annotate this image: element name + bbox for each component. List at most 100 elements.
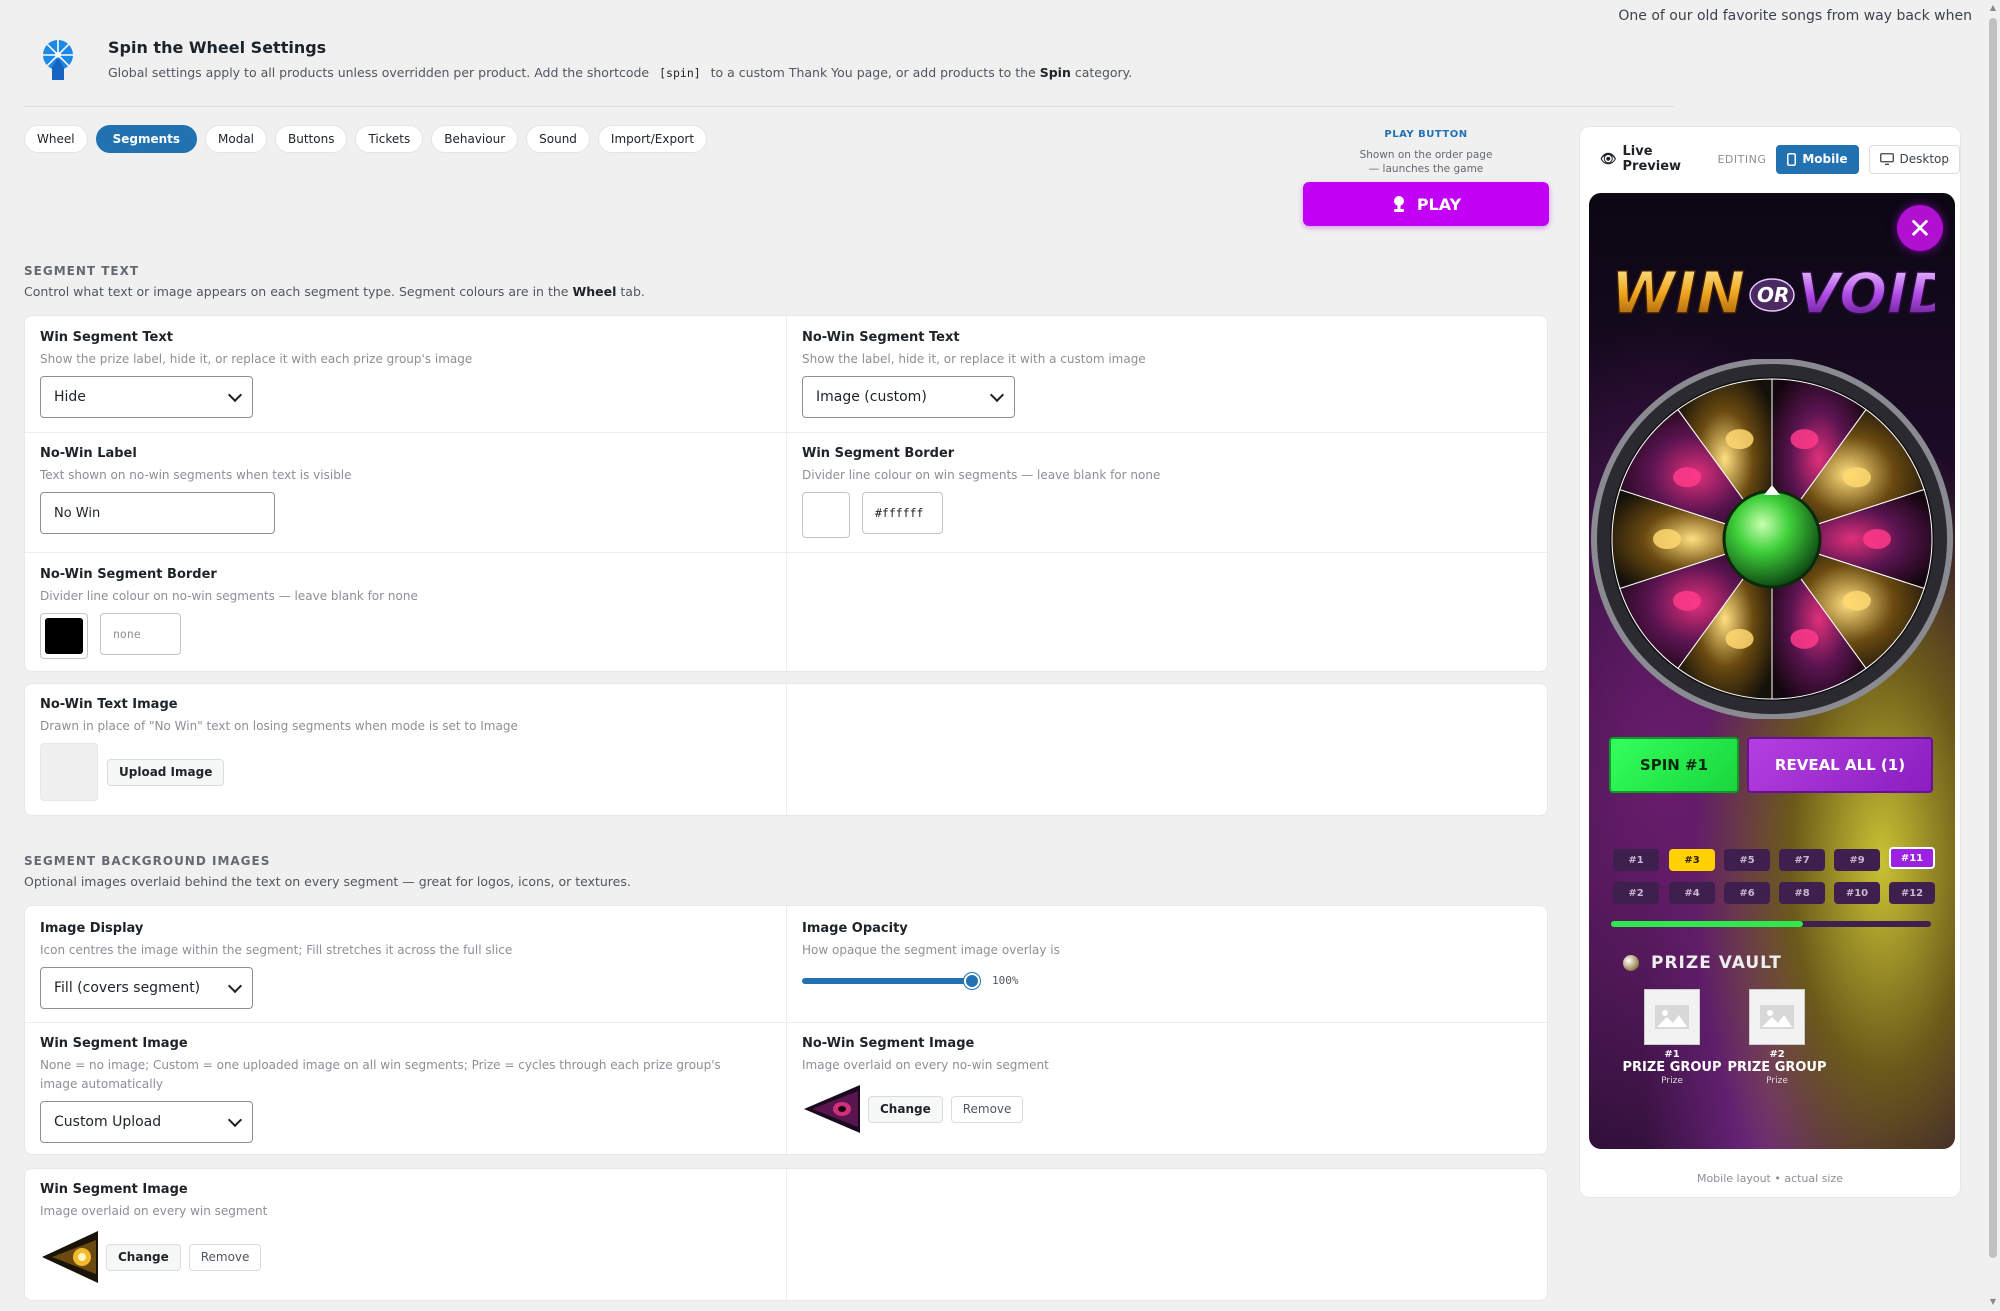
tab-import-export[interactable]: Import/Export [597,125,708,153]
spin-button[interactable]: SPIN #1 [1609,737,1739,793]
image-placeholder-icon [1644,989,1700,1045]
nowin-border-hex-input[interactable]: none [100,613,181,655]
nowin-segment-image-thumbnail [802,1081,860,1137]
desktop-toggle-button[interactable]: Desktop [1868,144,1960,174]
nowin-segment-text-field: No-Win Segment Text Show the label, hide… [787,330,1547,418]
live-preview-title: 👁 Live Preview [1600,144,1682,174]
play-button-subtitle: Shown on the order page — launches the ga… [1359,149,1493,175]
settings-page: One of our old favorite songs from way b… [0,0,2000,1311]
nowin-segment-text-select[interactable]: Image (custom) [802,376,1015,418]
nowin-border-color-swatch[interactable] [40,613,88,659]
nowin-label-input[interactable]: No Win [40,492,275,534]
header-divider [24,106,1674,107]
win-image-change-button[interactable]: Change [106,1243,181,1271]
close-icon[interactable]: ✕ [1897,205,1943,251]
chevron-down-icon [227,387,243,402]
segment-bg-description: Optional images overlaid behind the text… [24,874,631,889]
ticket-progress-bar [1611,921,1931,927]
nowin-text-image-card: No-Win Text Image Drawn in place of "No … [24,683,1548,816]
ticket-8[interactable]: #8 [1779,882,1825,904]
win-image-remove-button[interactable]: Remove [188,1243,262,1271]
segment-image [1725,429,1754,450]
segment-image [1842,590,1871,611]
nowin-segment-border-field: No-Win Segment Border Divider line colou… [25,567,786,659]
chevron-down-icon [227,1112,243,1127]
win-segment-image-card: Win Segment Image Image overlaid on ever… [24,1168,1548,1301]
shortcode: [spin] [659,66,701,80]
ticket-7[interactable]: #7 [1779,849,1825,871]
win-segment-image-field: Win Segment Image Image overlaid on ever… [25,1182,786,1286]
segment-image [1790,628,1819,649]
ticket-11[interactable]: #11 [1889,847,1935,869]
tab-sound[interactable]: Sound [526,125,590,153]
top-note: One of our old favorite songs from way b… [1618,8,1972,24]
segment-image [1673,467,1702,488]
segment-image [1863,529,1891,549]
win-border-hex-input[interactable]: #ffffff [862,492,943,534]
ticket-10[interactable]: #10 [1834,882,1880,904]
image-display-select[interactable]: Fill (covers segment) [40,967,253,1009]
svg-text:VOID: VOID [1797,262,1935,327]
opacity-value: 100% [992,974,1019,987]
image-opacity-slider[interactable] [802,972,980,989]
nowin-text-image-thumbnail [40,743,98,801]
image-display-field: Image Display Icon centres the image wit… [25,921,786,1009]
live-preview-panel: 👁 Live Preview EDITING Mobile Desktop ✕ W… [1579,126,1961,1198]
chevron-down-icon [989,387,1005,402]
ticket-9[interactable]: #9 [1834,849,1880,871]
upload-image-button[interactable]: Upload Image [107,758,225,786]
ticket-4[interactable]: #4 [1669,882,1715,904]
reveal-all-button[interactable]: REVEAL ALL (1) [1747,737,1933,793]
segment-image [1790,429,1819,450]
win-or-void-logo: WIN OR VOID [1610,258,1935,328]
ticket-3[interactable]: #3 [1669,849,1715,871]
orb-icon [1623,955,1639,971]
win-segment-image-thumbnail [40,1228,98,1286]
svg-text:WIN: WIN [1611,259,1745,327]
win-border-color-swatch[interactable] [802,492,850,538]
ticket-5[interactable]: #5 [1724,849,1770,871]
win-segment-text-select[interactable]: Hide [40,376,253,418]
phone-icon [1787,152,1797,166]
settings-tabs: Wheel Segments Modal Buttons Tickets Beh… [24,125,708,153]
slider-handle[interactable] [964,972,980,989]
win-segment-image-select[interactable]: Custom Upload [40,1101,253,1143]
page-scrollbar[interactable]: ▲ ▼ [1986,0,2000,1311]
ticket-12[interactable]: #12 [1889,882,1935,904]
mobile-game-preview: ✕ WIN OR VOID [1589,193,1955,1149]
nowin-label-field: No-Win Label Text shown on no-win segmen… [25,446,786,534]
chevron-down-icon [227,978,243,993]
tab-buttons[interactable]: Buttons [275,125,348,153]
segment-bg-card: Image Display Icon centres the image wit… [24,905,1548,1155]
prize-wheel [1591,359,1953,719]
segment-image [1842,467,1871,488]
prize-card: #1 PRIZE GROUP Prize [1622,989,1722,1086]
nowin-image-remove-button[interactable]: Remove [950,1095,1024,1123]
nowin-segment-image-field: No-Win Segment Image Image overlaid on e… [787,1036,1547,1137]
page-header: Spin the Wheel Settings Global settings … [38,36,1132,82]
tab-tickets[interactable]: Tickets [355,125,424,153]
ticket-6[interactable]: #6 [1724,882,1770,904]
tab-wheel[interactable]: Wheel [24,125,88,153]
win-segment-image-mode-field: Win Segment Image None = no image; Custo… [25,1036,786,1143]
tab-segments[interactable]: Segments [95,125,198,153]
segment-image [1653,529,1681,549]
segment-image [1673,590,1702,611]
page-title: Spin the Wheel Settings [108,38,327,57]
ticket-2[interactable]: #2 [1613,882,1659,904]
monitor-icon [1879,153,1894,165]
svg-text:OR: OR [1757,283,1789,307]
eye-icon: 👁 [1600,151,1617,167]
prize-card: #2 PRIZE GROUP Prize [1727,989,1827,1086]
mobile-toggle-button[interactable]: Mobile [1776,144,1859,174]
tab-behaviour[interactable]: Behaviour [431,125,519,153]
ticket-1[interactable]: #1 [1613,849,1659,871]
win-segment-text-field: Win Segment Text Show the prize label, h… [25,330,786,418]
nowin-text-image-field: No-Win Text Image Drawn in place of "No … [25,697,786,801]
play-button[interactable]: PLAY [1303,182,1549,226]
nowin-image-change-button[interactable]: Change [868,1095,943,1123]
tab-modal[interactable]: Modal [205,125,268,153]
segment-bg-heading: SEGMENT BACKGROUND IMAGES [24,854,271,868]
image-placeholder-icon [1749,989,1805,1045]
page-description: Global settings apply to all products un… [108,65,1133,80]
